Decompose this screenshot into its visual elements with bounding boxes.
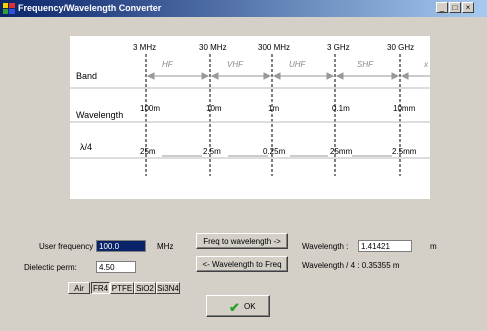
- quarter-wavelength-value: 25mm: [330, 147, 353, 156]
- freq-tick: 30 MHz: [199, 43, 227, 52]
- wavelength-value: 1m: [268, 104, 280, 113]
- band-label: UHF: [289, 60, 306, 69]
- mhz-unit-label: MHz: [157, 242, 174, 251]
- user-frequency-label: User frequency: [39, 242, 94, 251]
- spectrum-lines: [70, 54, 430, 176]
- band-row-label: Band: [76, 71, 98, 81]
- material-tab-air[interactable]: Air: [68, 282, 90, 294]
- material-tab-sio2[interactable]: SiO2: [134, 282, 156, 294]
- checkmark-icon: ✔: [229, 300, 240, 315]
- wavelength-result-label: Wavelength :: [302, 242, 349, 251]
- material-tab-si3n4[interactable]: Si3N4: [156, 282, 180, 294]
- minimize-button[interactable]: _: [436, 2, 448, 13]
- title-bar: Frequency/Wavelength Converter _ □ ×: [0, 0, 487, 17]
- wavelength-value: 0.1m: [332, 104, 350, 113]
- material-tab-fr4[interactable]: FR4: [91, 282, 110, 294]
- spectrum-chart: 3 MHz 30 MHz 300 MHz 3 GHz 30 GHz Band W…: [70, 36, 430, 199]
- wavelength-value: 10mm: [393, 104, 416, 113]
- quarter-wavelength-value: 25m: [140, 147, 156, 156]
- close-button[interactable]: ×: [462, 2, 474, 13]
- wavelength-result-field[interactable]: [358, 240, 412, 252]
- freq-tick: 300 MHz: [258, 43, 291, 52]
- maximize-button[interactable]: □: [449, 2, 461, 13]
- freq-tick: 3 GHz: [327, 43, 350, 52]
- wavelength-value: 10m: [206, 104, 222, 113]
- dielectric-permittivity-label: Dielectic perm:: [24, 263, 77, 272]
- wavelength-row-label: Wavelength: [76, 110, 124, 120]
- band-label: x: [424, 60, 428, 69]
- ok-button[interactable]: ✔ OK: [206, 295, 270, 317]
- material-tab-ptfe[interactable]: PTFE: [110, 282, 134, 294]
- freq-tick: 3 MHz: [133, 43, 157, 52]
- app-icon: [3, 3, 15, 14]
- meter-unit-label: m: [430, 242, 437, 251]
- band-label: SHF: [357, 60, 373, 69]
- quarter-wavelength-row-label: λ/4: [80, 142, 93, 152]
- ok-button-label: OK: [244, 302, 256, 311]
- dielectric-permittivity-input[interactable]: [96, 261, 136, 273]
- band-label: HF: [162, 60, 173, 69]
- quarter-wavelength-result: Wavelength / 4 : 0.35355 m: [302, 261, 400, 270]
- quarter-wavelength-value: 0.25m: [263, 147, 286, 156]
- quarter-wavelength-value: 2.5mm: [392, 147, 417, 156]
- quarter-wavelength-value: 2.5m: [203, 147, 221, 156]
- user-frequency-input[interactable]: [96, 240, 146, 252]
- freq-tick: 30 GHz: [387, 43, 415, 52]
- wavelength-to-freq-button[interactable]: <- Wavelength to Freq: [196, 256, 288, 272]
- window-title: Frequency/Wavelength Converter: [18, 3, 162, 13]
- freq-to-wavelength-button[interactable]: Freq to wavelength ->: [196, 233, 288, 249]
- band-label: VHF: [227, 60, 243, 69]
- wavelength-value: 100m: [140, 104, 161, 113]
